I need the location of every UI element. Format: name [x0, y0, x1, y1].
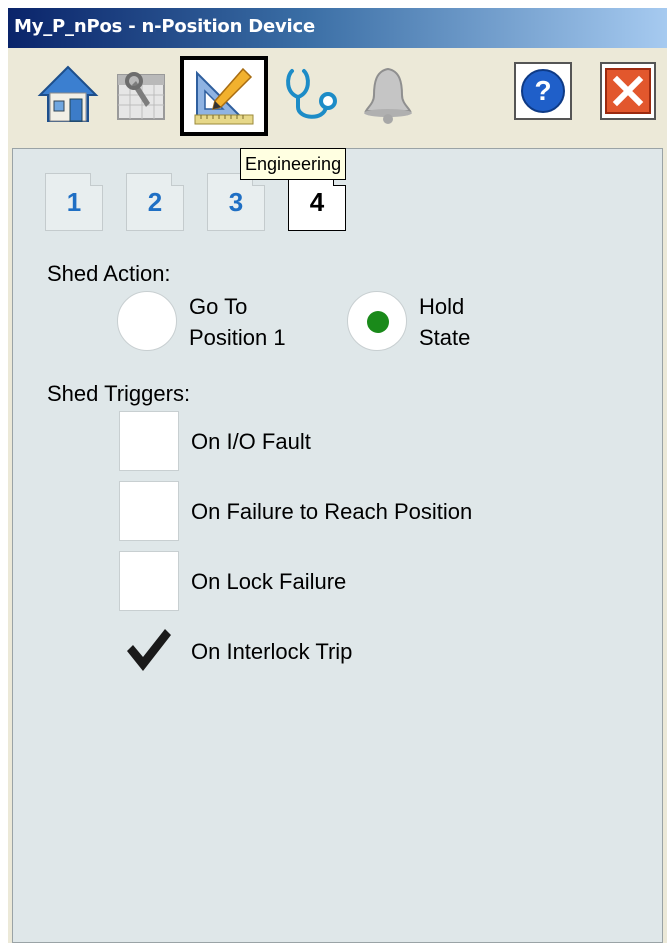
radio-go-to-position-1[interactable] — [117, 291, 177, 351]
radio-hold-state[interactable] — [347, 291, 407, 351]
close-button[interactable] — [600, 62, 656, 120]
checkbox-on-io-fault-label: On I/O Fault — [191, 429, 311, 454]
checkbox-on-failure-to-reach-position-label: On Failure to Reach Position — [191, 499, 473, 524]
alarms-button[interactable] — [352, 58, 424, 132]
maintenance-button[interactable] — [106, 58, 178, 132]
shed-triggers-label: Shed Triggers: — [47, 381, 191, 406]
engineering-icon — [194, 67, 254, 125]
engineering-button[interactable] — [180, 56, 268, 136]
radio-selected-indicator — [367, 311, 389, 333]
checkmark-icon — [127, 629, 171, 671]
home-icon — [37, 65, 99, 122]
engineering-tooltip: Engineering — [240, 148, 347, 180]
checkbox-on-interlock-trip[interactable] — [123, 625, 173, 675]
window-title: My_P_nPos - n-Position Device — [14, 16, 316, 37]
stethoscope-icon — [286, 69, 337, 119]
checkbox-on-lock-failure[interactable] — [119, 551, 179, 611]
page-tab-4[interactable]: 4 — [288, 173, 346, 231]
svg-text:?: ? — [534, 75, 551, 106]
home-button[interactable] — [32, 58, 104, 132]
shed-action-label: Shed Action: — [47, 261, 171, 286]
help-icon: ? — [521, 69, 565, 113]
radio-hold-state-label: Hold State — [419, 294, 471, 350]
help-button[interactable]: ? — [514, 62, 572, 120]
checkbox-on-interlock-trip-label: On Interlock Trip — [191, 639, 353, 664]
page-tab-2[interactable]: 2 — [126, 173, 184, 231]
close-icon — [605, 68, 651, 114]
page-tab-1[interactable]: 1 — [45, 173, 103, 231]
checkbox-on-io-fault[interactable] — [119, 411, 179, 471]
checkbox-on-lock-failure-label: On Lock Failure — [191, 569, 347, 594]
engineering-panel: 1 2 3 4 Shed Action: Go To Position 1 Ho… — [12, 148, 663, 943]
maintenance-calendar-icon — [117, 72, 165, 120]
checkbox-on-failure-to-reach-position[interactable] — [119, 481, 179, 541]
diagnostics-button[interactable] — [276, 58, 348, 132]
faceplate-window: My_P_nPos - n-Position Device ? 1 2 3 4 … — [8, 8, 667, 943]
title-bar[interactable]: My_P_nPos - n-Position Device — [8, 8, 667, 48]
toolbar: ? — [8, 48, 667, 148]
bell-icon — [364, 67, 412, 124]
radio-go-to-position-1-label: Go To Position 1 — [189, 294, 286, 350]
page-tab-3[interactable]: 3 — [207, 173, 265, 231]
